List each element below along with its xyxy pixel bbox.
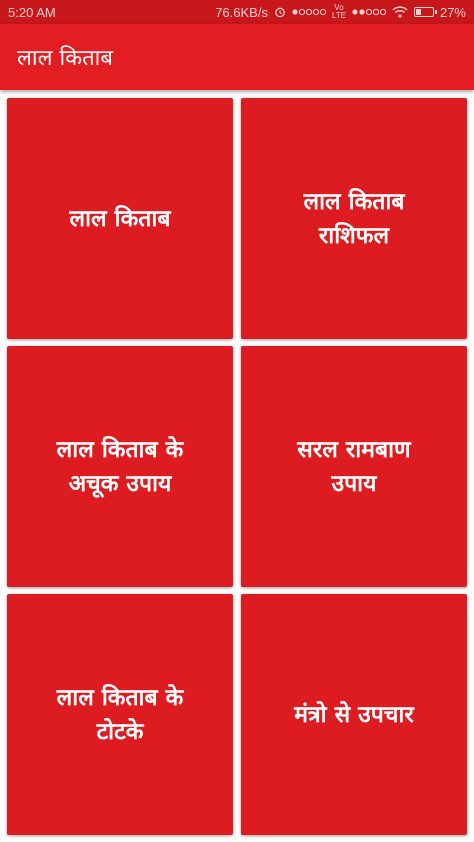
battery-percent: 27%: [439, 4, 466, 20]
tile-lal-kitab-rashifal[interactable]: लाल किताब राशिफल: [241, 98, 467, 339]
signal-dots-icon: [292, 8, 326, 16]
app-title: लाल किताब: [17, 46, 113, 71]
tile-lal-kitab[interactable]: लाल किताब: [7, 98, 233, 339]
tile-lal-kitab-totke[interactable]: लाल किताब के टोटके: [7, 594, 233, 835]
battery-fill: [415, 9, 421, 15]
tile-lal-kitab-achuk-upay[interactable]: लाल किताब के अचूक उपाय: [7, 346, 233, 587]
alarm-icon: [274, 6, 286, 18]
app-bar: लाल किताब: [0, 24, 474, 90]
carrier-label: Vo LTE: [331, 3, 347, 20]
wifi-icon: [392, 6, 408, 18]
tile-mantro-se-upchar[interactable]: मंत्रो से उपचार: [241, 594, 467, 835]
status-bar: 5:20 AM 76.6KB/s Vo LTE 27%: [0, 0, 474, 24]
tile-saral-ramban-upay[interactable]: सरल रामबाण उपाय: [241, 346, 467, 587]
net-speed: 76.6KB/s: [215, 4, 268, 20]
status-time: 5:20 AM: [8, 4, 56, 20]
lte-signal-icon: [352, 8, 386, 16]
menu-grid: लाल किताब लाल किताब राशिफल लाल किताब के …: [7, 98, 467, 835]
status-icons: 76.6KB/s Vo LTE 27%: [215, 4, 466, 20]
battery-icon: [413, 7, 437, 17]
